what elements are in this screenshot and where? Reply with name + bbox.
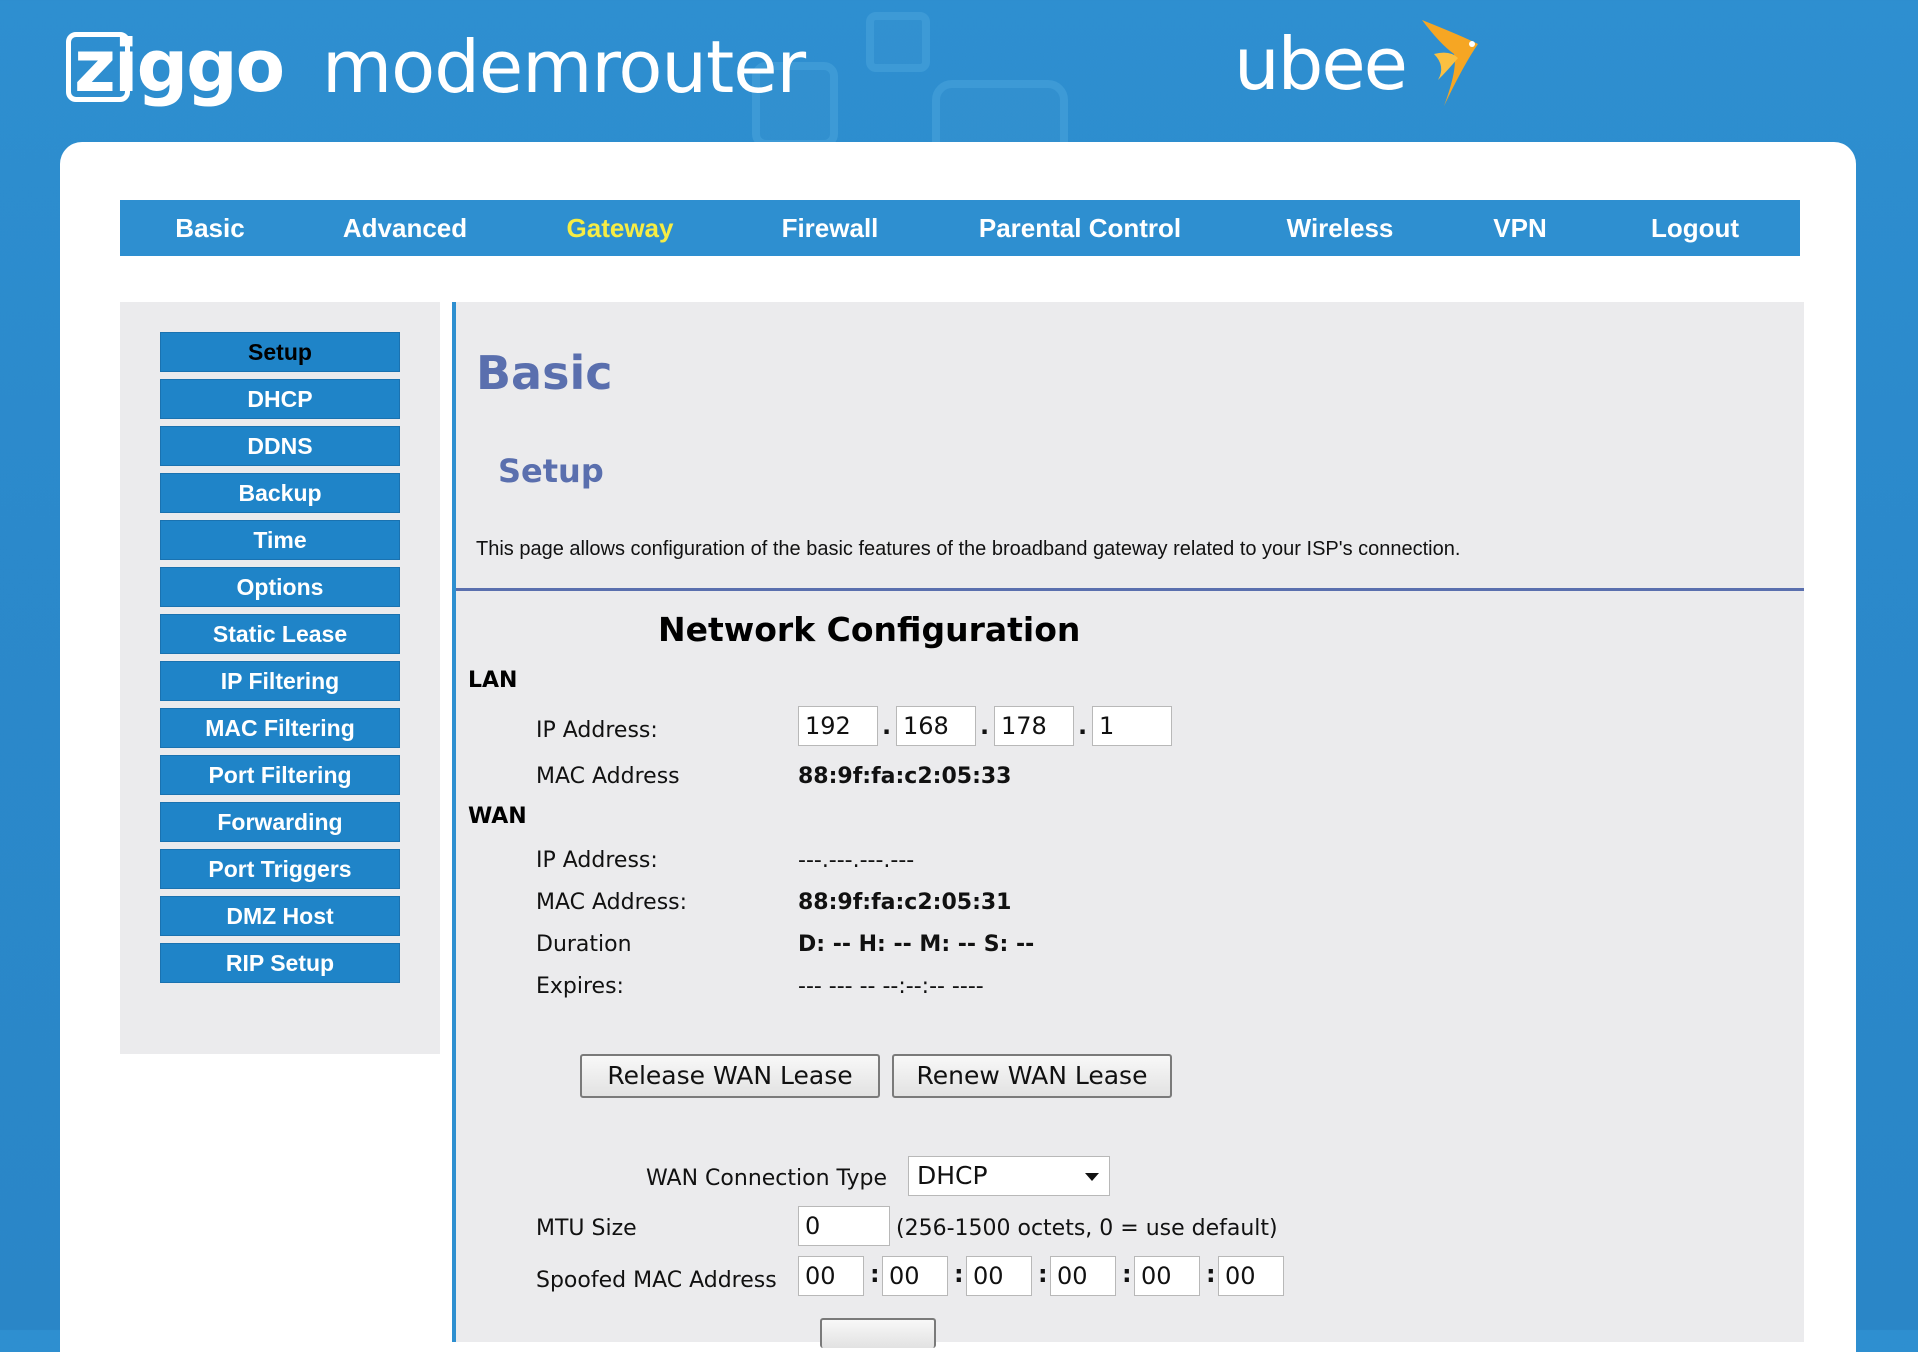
sidebar-item-ip-filtering[interactable]: IP Filtering <box>160 661 400 701</box>
spoofed-mac-label: Spoofed MAC Address <box>536 1268 777 1293</box>
wan-connection-type-value: DHCP <box>917 1161 988 1190</box>
product-name: modemrouter <box>322 25 806 109</box>
page-description: This page allows configuration of the ba… <box>476 538 1461 560</box>
tab-parental-control[interactable]: Parental Control <box>930 200 1230 256</box>
tab-wireless[interactable]: Wireless <box>1230 200 1450 256</box>
lan-mac-value: 88:9f:fa:c2:05:33 <box>798 764 1012 789</box>
sidebar-item-time[interactable]: Time <box>160 520 400 560</box>
page-subtitle: Setup <box>498 452 604 490</box>
chevron-down-icon <box>1085 1173 1099 1181</box>
page-title: Basic <box>476 346 613 400</box>
mtu-size-input[interactable]: 0 <box>798 1206 890 1246</box>
wan-connection-type-select[interactable]: DHCP <box>908 1156 1110 1196</box>
wan-ip-label: IP Address: <box>536 848 658 873</box>
wan-mac-value: 88:9f:fa:c2:05:31 <box>798 890 1012 915</box>
lan-ip-octet-1[interactable]: 192 <box>798 706 878 746</box>
ubee-logo: ubee <box>1234 14 1494 114</box>
mac-colon: : <box>954 1260 964 1288</box>
wan-heading: WAN <box>468 804 527 829</box>
lan-heading: LAN <box>468 668 518 693</box>
tab-logout[interactable]: Logout <box>1590 200 1800 256</box>
sidebar: Setup DHCP DDNS Backup Time Options Stat… <box>120 302 440 1054</box>
mtu-size-label: MTU Size <box>536 1216 637 1241</box>
tab-firewall[interactable]: Firewall <box>730 200 930 256</box>
spoofed-mac-octet-2[interactable]: 00 <box>882 1256 948 1296</box>
spoofed-mac-octet-5[interactable]: 00 <box>1134 1256 1200 1296</box>
tab-basic[interactable]: Basic <box>120 200 300 256</box>
tab-vpn[interactable]: VPN <box>1450 200 1590 256</box>
sidebar-item-port-triggers[interactable]: Port Triggers <box>160 849 400 889</box>
sidebar-item-setup[interactable]: Setup <box>160 332 400 372</box>
lan-ip-octet-2[interactable]: 168 <box>896 706 976 746</box>
partial-button[interactable] <box>820 1318 936 1348</box>
wan-expires-label: Expires: <box>536 974 624 999</box>
mac-colon: : <box>1206 1260 1216 1288</box>
network-config-title: Network Configuration <box>658 610 1081 649</box>
spoofed-mac-octet-4[interactable]: 00 <box>1050 1256 1116 1296</box>
mac-colon: : <box>1038 1260 1048 1288</box>
mac-colon: : <box>1122 1260 1132 1288</box>
mtu-size-hint: (256-1500 octets, 0 = use default) <box>896 1216 1278 1241</box>
header: ziggo modemrouter ubee <box>0 0 1918 176</box>
ip-dot: . <box>882 712 892 740</box>
spoofed-mac-octet-3[interactable]: 00 <box>966 1256 1032 1296</box>
lan-ip-octet-3[interactable]: 178 <box>994 706 1074 746</box>
lan-ip-label: IP Address: <box>536 718 658 743</box>
section-divider <box>456 588 1804 591</box>
mac-colon: : <box>870 1260 880 1288</box>
lan-mac-label: MAC Address <box>536 764 680 789</box>
wan-connection-type-label: WAN Connection Type <box>646 1166 888 1191</box>
spoofed-mac-octet-1[interactable]: 00 <box>798 1256 864 1296</box>
sidebar-item-rip-setup[interactable]: RIP Setup <box>160 943 400 983</box>
sidebar-item-dhcp[interactable]: DHCP <box>160 379 400 419</box>
top-nav: Basic Advanced Gateway Firewall Parental… <box>120 200 1800 256</box>
wan-duration-label: Duration <box>536 932 632 957</box>
ip-dot: . <box>980 712 990 740</box>
renew-wan-lease-button[interactable]: Renew WAN Lease <box>892 1054 1172 1098</box>
wan-duration-value: D: -- H: -- M: -- S: -- <box>798 932 1035 957</box>
sidebar-item-mac-filtering[interactable]: MAC Filtering <box>160 708 400 748</box>
decor-chat-bubble <box>866 12 930 72</box>
sidebar-item-static-lease[interactable]: Static Lease <box>160 614 400 654</box>
wan-expires-value: --- --- -- --:--:-- ---- <box>798 974 984 999</box>
sidebar-item-options[interactable]: Options <box>160 567 400 607</box>
sidebar-item-forwarding[interactable]: Forwarding <box>160 802 400 842</box>
spoofed-mac-octet-6[interactable]: 00 <box>1218 1256 1284 1296</box>
content-area: Basic Setup This page allows configurati… <box>452 302 1804 1348</box>
sidebar-item-ddns[interactable]: DDNS <box>160 426 400 466</box>
lan-ip-octet-4[interactable]: 1 <box>1092 706 1172 746</box>
sidebar-item-dmz-host[interactable]: DMZ Host <box>160 896 400 936</box>
ip-dot: . <box>1078 712 1088 740</box>
release-wan-lease-button[interactable]: Release WAN Lease <box>580 1054 880 1098</box>
wan-mac-label: MAC Address: <box>536 890 688 915</box>
wan-ip-value: ---.---.---.--- <box>798 848 915 873</box>
ziggo-logo: ziggo <box>66 24 288 110</box>
tab-advanced[interactable]: Advanced <box>300 200 510 256</box>
sidebar-item-backup[interactable]: Backup <box>160 473 400 513</box>
sidebar-item-port-filtering[interactable]: Port Filtering <box>160 755 400 795</box>
tab-gateway[interactable]: Gateway <box>510 200 730 256</box>
fish-icon <box>1422 20 1478 106</box>
